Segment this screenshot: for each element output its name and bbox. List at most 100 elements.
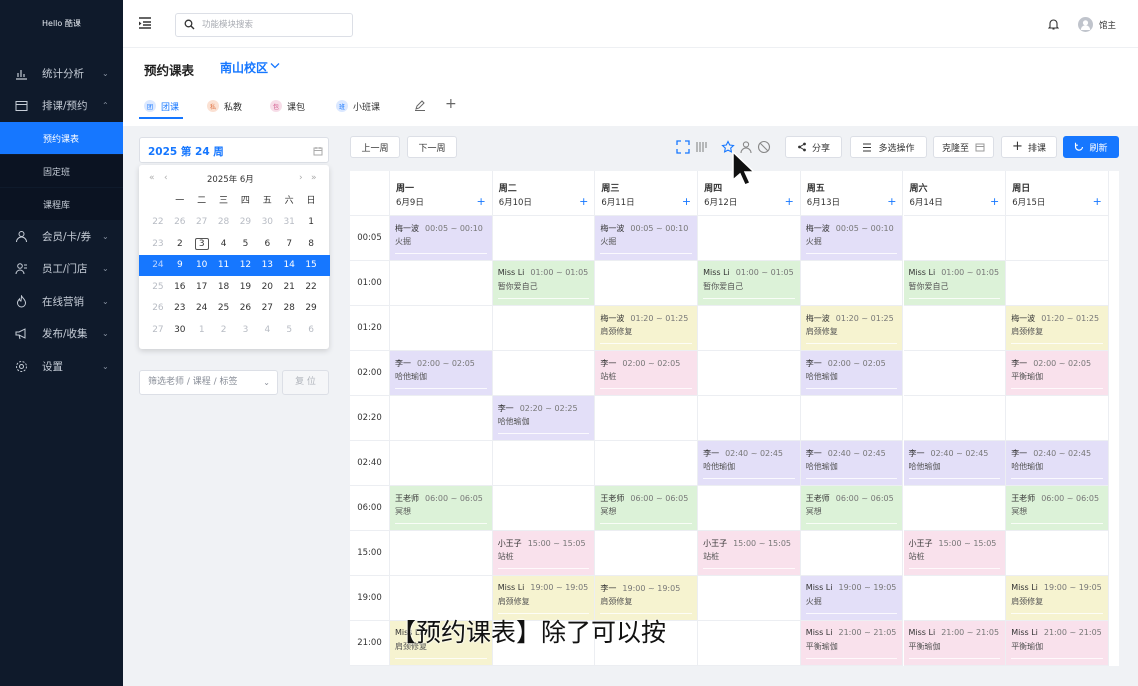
schedule-cell[interactable]	[492, 216, 596, 261]
calendar-day[interactable]: 29	[235, 213, 257, 231]
share-button[interactable]: 分享	[785, 136, 842, 158]
class-event[interactable]: Miss Li 01:00 ~ 01:05 暂你爱自己	[492, 261, 595, 305]
prev-year-icon[interactable]: «	[149, 173, 155, 183]
prev-month-icon[interactable]: ‹	[164, 173, 168, 183]
schedule-cell[interactable]	[698, 351, 801, 396]
calendar-day[interactable]: 24	[191, 299, 213, 317]
add-class-icon[interactable]: +	[990, 195, 999, 208]
add-class-icon[interactable]: +	[682, 195, 691, 208]
campus-selector[interactable]: 南山校区	[220, 59, 268, 76]
class-event[interactable]: Miss Li 01:00 ~ 01:05 暂你爱自己	[698, 261, 800, 305]
calendar-day[interactable]: 26	[169, 213, 191, 231]
calendar-day[interactable]: 30	[256, 213, 278, 231]
next-year-icon[interactable]: »	[311, 173, 317, 183]
schedule-cell[interactable]	[595, 531, 699, 576]
week-number[interactable]: 27	[147, 321, 169, 339]
class-event[interactable]: 梅一波 01:20 ~ 01:25 肩颈修复	[800, 306, 903, 350]
sidebar-item-2[interactable]: 会员/卡/券 ⌄	[0, 220, 123, 252]
class-event[interactable]: 李一 02:40 ~ 02:45 哈他瑜伽	[903, 441, 1006, 485]
calendar-week-row[interactable]: 22 26 27 28 29 30 31 1	[147, 212, 322, 234]
calendar-day[interactable]: 4	[213, 235, 235, 253]
prev-week-button[interactable]: 上一周	[350, 136, 400, 158]
class-event[interactable]: 李一 02:00 ~ 02:05 哈他瑜伽	[800, 351, 903, 395]
schedule-cell[interactable]	[492, 351, 596, 396]
calendar-week-row[interactable]: 25 16 17 18 19 20 21 22	[147, 276, 322, 298]
class-event[interactable]: Miss Li 19:00 ~ 19:05 肩颈修复	[1006, 576, 1108, 620]
schedule-cell[interactable]	[1006, 396, 1109, 441]
class-event[interactable]: Miss Li 21:00 ~ 21:05 平衡瑜伽	[1006, 621, 1108, 665]
schedule-cell[interactable]	[903, 576, 1007, 621]
class-event[interactable]: Miss Li 19:00 ~ 19:05 火掘	[800, 576, 903, 620]
calendar-day[interactable]: 5	[278, 321, 300, 339]
class-event[interactable]: 梅一波 00:05 ~ 00:10 火掘	[390, 216, 492, 260]
class-event[interactable]: 王老师 06:00 ~ 06:05 冥想	[1006, 486, 1108, 530]
filter-select[interactable]: 筛选老师 / 课程 / 标签 ⌄	[139, 370, 278, 395]
multi-select-button[interactable]: 多选操作	[850, 136, 927, 158]
week-number[interactable]: 23	[147, 235, 169, 253]
class-event[interactable]: 小王子 15:00 ~ 15:05 站桩	[903, 531, 1006, 575]
calendar-day[interactable]: 14	[278, 256, 300, 274]
schedule-cell[interactable]	[492, 486, 596, 531]
class-event[interactable]: 王老师 06:00 ~ 06:05 冥想	[595, 486, 698, 530]
schedule-cell[interactable]	[1006, 261, 1109, 306]
week-number[interactable]: 22	[147, 213, 169, 231]
calendar-day[interactable]: 23	[169, 299, 191, 317]
schedule-cell[interactable]	[903, 306, 1007, 351]
add-class-icon[interactable]: +	[1093, 195, 1102, 208]
schedule-cell[interactable]	[800, 531, 904, 576]
week-number[interactable]: 24	[147, 256, 169, 274]
schedule-cell[interactable]	[390, 261, 493, 306]
schedule-cell[interactable]	[595, 261, 699, 306]
calendar-day[interactable]: 28	[278, 299, 300, 317]
calendar-day[interactable]: 5	[235, 235, 257, 253]
sidebar-item-6[interactable]: 设置 ⌄	[0, 350, 123, 382]
calendar-day[interactable]: 18	[213, 278, 235, 296]
next-week-button[interactable]: 下一周	[407, 136, 457, 158]
schedule-cell[interactable]	[903, 216, 1007, 261]
calendar-day[interactable]: 9	[169, 256, 191, 274]
schedule-cell[interactable]	[390, 531, 493, 576]
calendar-day[interactable]: 29	[300, 299, 322, 317]
tab-3[interactable]: 班小班课	[336, 97, 380, 115]
bell-icon[interactable]	[1048, 18, 1059, 30]
week-number[interactable]: 25	[147, 278, 169, 296]
reset-button[interactable]: 复 位	[282, 370, 329, 395]
schedule-cell[interactable]	[1006, 531, 1109, 576]
tab-2[interactable]: 包课包	[270, 97, 305, 115]
schedule-cell[interactable]	[595, 441, 699, 486]
calendar-day[interactable]: 22	[300, 278, 322, 296]
calendar-day[interactable]: 31	[278, 213, 300, 231]
sidebar-subitem-2[interactable]: 课程库	[0, 188, 123, 220]
sidebar-subitem-0[interactable]: 预约课表	[0, 122, 123, 154]
add-class-icon[interactable]: +	[887, 195, 896, 208]
class-event[interactable]: 小王子 15:00 ~ 15:05 站桩	[492, 531, 595, 575]
menu-fold-icon[interactable]	[138, 16, 152, 30]
avatar[interactable]	[1078, 17, 1093, 32]
calendar-day[interactable]: 8	[300, 235, 322, 253]
calendar-day[interactable]: 28	[213, 213, 235, 231]
calendar-day[interactable]: 2	[213, 321, 235, 339]
class-event[interactable]: 梅一波 01:20 ~ 01:25 肩颈修复	[1006, 306, 1108, 350]
tab-1[interactable]: 私私教	[207, 97, 242, 115]
calendar-day[interactable]: 16	[169, 278, 191, 296]
calendar-day[interactable]: 7	[278, 235, 300, 253]
calendar-day[interactable]: 1	[300, 213, 322, 231]
schedule-cell[interactable]	[903, 486, 1007, 531]
schedule-cell[interactable]	[903, 396, 1007, 441]
schedule-cell[interactable]	[698, 486, 801, 531]
sidebar-item-5[interactable]: 发布/收集 ⌄	[0, 317, 123, 349]
class-event[interactable]: 李一 02:00 ~ 02:05 站桩	[595, 351, 698, 395]
calendar-day[interactable]: 3	[191, 235, 213, 253]
week-picker[interactable]: 2025 第 24 周	[139, 137, 329, 163]
calendar-day[interactable]: 21	[278, 278, 300, 296]
calendar-week-row[interactable]: 27 30 1 2 3 4 5 6	[147, 319, 322, 341]
class-event[interactable]: 梅一波 00:05 ~ 00:10 火掘	[595, 216, 698, 260]
schedule-cell[interactable]	[903, 351, 1007, 396]
schedule-cell[interactable]	[492, 306, 596, 351]
calendar-day[interactable]: 30	[169, 321, 191, 339]
ban-icon[interactable]	[757, 140, 771, 154]
schedule-cell[interactable]	[698, 621, 801, 666]
add-class-icon[interactable]: +	[476, 195, 485, 208]
calendar-day[interactable]: 2	[169, 235, 191, 253]
calendar-week-row[interactable]: 26 23 24 25 26 27 28 29	[147, 298, 322, 320]
